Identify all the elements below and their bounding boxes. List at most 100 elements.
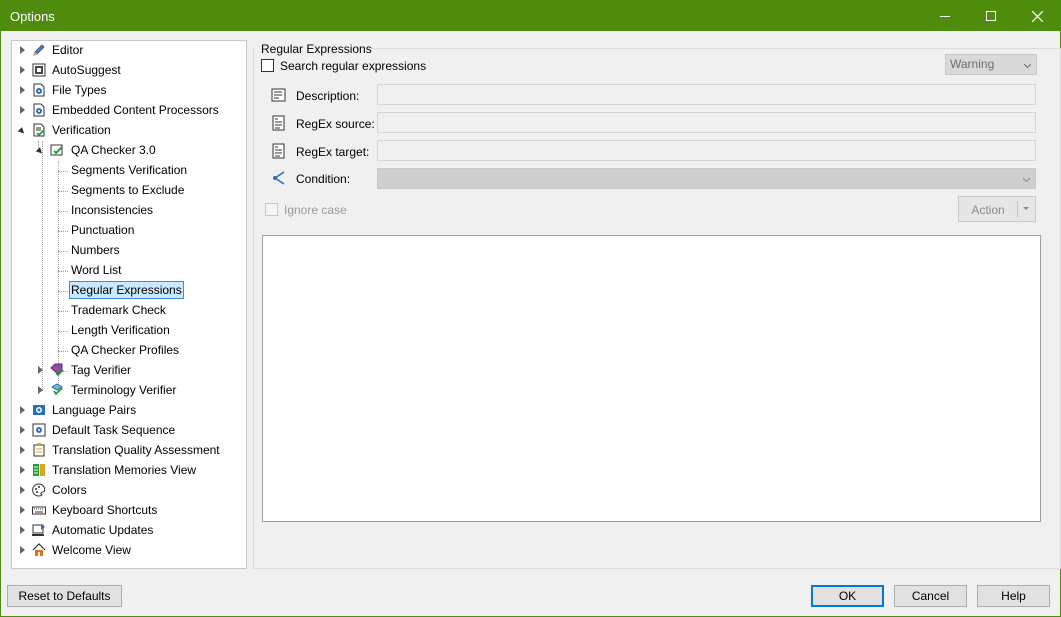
options-tree[interactable]: Editor AutoSuggest File Types Embedded C…: [11, 40, 247, 569]
home-icon: [32, 543, 46, 556]
expand-icon[interactable]: [18, 400, 26, 420]
tree-item-editor[interactable]: Editor: [12, 41, 246, 60]
tag-verifier-icon: [50, 363, 64, 377]
cancel-button[interactable]: Cancel: [894, 585, 967, 607]
tree-item-regular-expressions[interactable]: Regular Expressions: [12, 280, 246, 300]
tree-item-keyboard-shortcuts[interactable]: Keyboard Shortcuts: [12, 500, 246, 520]
tree-item-label: Embedded Content Processors: [52, 103, 219, 117]
tree-item-tag-verifier[interactable]: Tag Verifier: [12, 360, 246, 380]
help-button[interactable]: Help: [977, 585, 1050, 607]
condition-branch-icon: [273, 171, 285, 185]
collapse-icon[interactable]: [17, 120, 27, 140]
action-button[interactable]: Action: [958, 196, 1036, 222]
reset-to-defaults-label: Reset to Defaults: [18, 589, 111, 603]
maximize-button[interactable]: [968, 1, 1014, 31]
expand-icon[interactable]: [18, 460, 26, 480]
task-sequence-icon: [32, 423, 46, 437]
tree-item-label: Segments to Exclude: [71, 183, 185, 197]
severity-value: Warning: [950, 57, 995, 71]
description-label: Description:: [296, 89, 360, 103]
regex-source-field[interactable]: [377, 112, 1036, 133]
expand-icon[interactable]: [18, 480, 26, 500]
reset-to-defaults-button[interactable]: Reset to Defaults: [7, 585, 122, 607]
palette-icon: [32, 483, 46, 497]
tree-item-label: QA Checker 3.0: [71, 143, 156, 157]
tree-item-label: Editor: [52, 43, 84, 57]
tree-item-automatic-updates[interactable]: Automatic Updates: [12, 520, 246, 540]
severity-dropdown[interactable]: Warning: [945, 54, 1037, 75]
tree-item-label: Segments Verification: [71, 163, 188, 177]
tree-item-translation-memories-view[interactable]: Translation Memories View: [12, 460, 246, 480]
tree-item-language-pairs[interactable]: Language Pairs: [12, 400, 246, 420]
expand-icon[interactable]: [18, 100, 26, 120]
tree-item-length-verification[interactable]: Length Verification: [12, 320, 246, 340]
tree-item-trademark-check[interactable]: Trademark Check: [12, 300, 246, 320]
tm-view-icon: [33, 464, 45, 476]
expand-icon[interactable]: [18, 60, 26, 80]
description-field[interactable]: [377, 84, 1036, 105]
tree-item-colors[interactable]: Colors: [12, 480, 246, 500]
tree-item-welcome-view[interactable]: Welcome View: [12, 540, 246, 560]
tree-item-numbers[interactable]: Numbers: [12, 240, 246, 260]
collapse-icon[interactable]: [35, 140, 45, 160]
action-button-label: Action: [971, 203, 1005, 217]
qa-checker-icon: [50, 144, 63, 156]
title-bar[interactable]: Options: [1, 1, 1060, 31]
expand-icon[interactable]: [18, 540, 26, 560]
description-icon: [271, 88, 286, 102]
expand-icon[interactable]: [18, 440, 26, 460]
tree-item-label: Colors: [52, 483, 87, 497]
tree-item-autosuggest[interactable]: AutoSuggest: [12, 60, 246, 80]
tree-item-segments-to-exclude[interactable]: Segments to Exclude: [12, 180, 246, 200]
tree-item-punctuation[interactable]: Punctuation: [12, 220, 246, 240]
tree-item-label: Translation Quality Assessment: [52, 443, 220, 457]
dropdown-arrow-icon[interactable]: [1023, 207, 1029, 210]
tree-item-label: Language Pairs: [52, 403, 137, 417]
tree-item-verification[interactable]: Verification: [12, 120, 246, 140]
expand-icon[interactable]: [18, 80, 26, 100]
tree-item-translation-quality-assessment[interactable]: Translation Quality Assessment: [12, 440, 246, 460]
minimize-button[interactable]: [922, 1, 968, 31]
window-title: Options: [10, 9, 55, 24]
tree-item-terminology-verifier[interactable]: Terminology Verifier: [12, 380, 246, 400]
group-line: [369, 48, 1061, 49]
tree-item-inconsistencies[interactable]: Inconsistencies: [12, 200, 246, 220]
expand-icon[interactable]: [18, 420, 26, 440]
expand-icon[interactable]: [36, 360, 44, 380]
close-icon: [1031, 10, 1043, 22]
tree-item-label: Automatic Updates: [52, 523, 154, 537]
action-button-separator: [1017, 201, 1018, 217]
ignore-case-label[interactable]: Ignore case: [284, 203, 347, 217]
regex-list[interactable]: [262, 235, 1041, 522]
group-title: Regular Expressions: [261, 42, 372, 56]
search-regex-label[interactable]: Search regular expressions: [280, 59, 426, 73]
chevron-down-icon: [1024, 63, 1031, 69]
tree-item-default-task-sequence[interactable]: Default Task Sequence: [12, 420, 246, 440]
tree-item-label: Terminology Verifier: [71, 383, 177, 397]
expand-icon[interactable]: [18, 500, 26, 520]
tree-item-label: Numbers: [71, 243, 120, 257]
ignore-case-checkbox[interactable]: [265, 203, 278, 216]
tree-item-embedded-content-processors[interactable]: Embedded Content Processors: [12, 100, 246, 120]
cancel-label: Cancel: [911, 589, 950, 603]
search-regex-checkbox[interactable]: [261, 59, 274, 72]
ok-button[interactable]: OK: [811, 585, 884, 607]
tree-item-qa-checker-profiles[interactable]: QA Checker Profiles: [12, 340, 246, 360]
tree-item-label: Word List: [71, 263, 122, 277]
tree-item-label: Trademark Check: [71, 303, 166, 317]
tree-item-label: Keyboard Shortcuts: [52, 503, 158, 517]
regex-target-field[interactable]: [377, 140, 1036, 161]
expand-icon[interactable]: [36, 380, 44, 400]
close-button[interactable]: [1014, 1, 1060, 31]
help-label: Help: [1001, 589, 1026, 603]
tree-item-qa-checker[interactable]: QA Checker 3.0: [12, 140, 246, 160]
tree-item-segments-verification[interactable]: Segments Verification: [12, 160, 246, 180]
tree-item-label: Welcome View: [52, 543, 131, 557]
tree-item-label: QA Checker Profiles: [71, 343, 180, 357]
tree-item-word-list[interactable]: Word List: [12, 260, 246, 280]
condition-dropdown[interactable]: [377, 168, 1036, 189]
quality-assessment-icon: [33, 443, 45, 457]
tree-item-file-types[interactable]: File Types: [12, 80, 246, 100]
expand-icon[interactable]: [18, 520, 26, 540]
expand-icon[interactable]: [18, 41, 26, 60]
